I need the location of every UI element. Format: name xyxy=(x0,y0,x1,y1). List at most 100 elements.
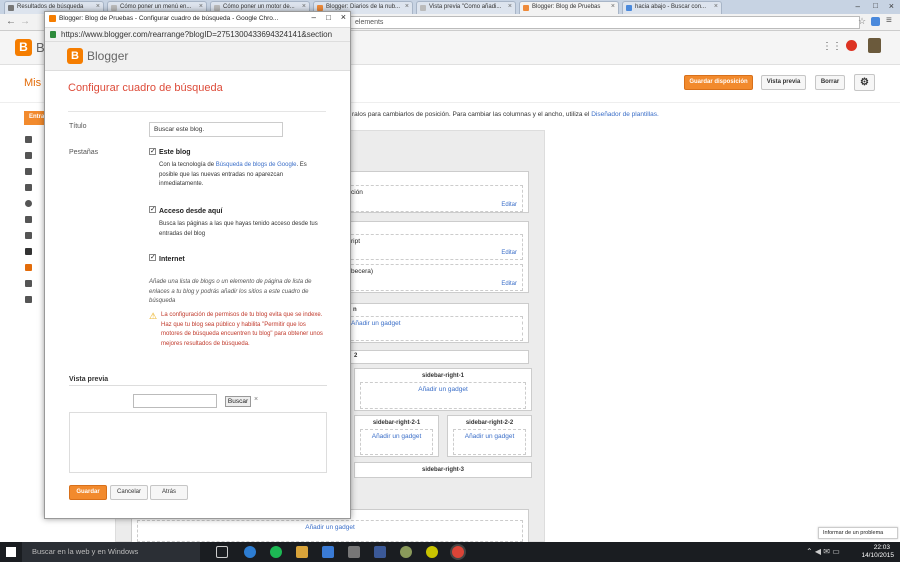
apps-grid-icon[interactable]: ⋮⋮ xyxy=(822,41,842,52)
nav-earnings-icon[interactable] xyxy=(25,232,32,239)
extension-icon[interactable] xyxy=(871,17,880,26)
add-gadget-link[interactable]: Añadir un gadget xyxy=(305,524,355,531)
nav-posts-icon[interactable] xyxy=(25,152,32,159)
preview-button[interactable]: Vista previa xyxy=(761,75,806,90)
blogger-logo-icon[interactable]: B xyxy=(15,39,32,56)
clock-time: 22:03 xyxy=(873,544,890,551)
add-gadget-link[interactable]: Añadir un gadget xyxy=(418,386,468,393)
app-icon[interactable] xyxy=(348,546,360,558)
minimize-icon[interactable]: – xyxy=(856,2,860,11)
close-tab-icon[interactable]: × xyxy=(611,3,615,10)
notifications-icon[interactable] xyxy=(846,40,857,51)
cancel-button[interactable]: Cancelar xyxy=(110,485,148,500)
nav-settings-wrench-icon[interactable] xyxy=(25,296,32,303)
clock-date: 14/10/2015 xyxy=(861,552,894,559)
menu-icon[interactable]: ≡ xyxy=(886,15,892,26)
file-explorer-icon[interactable] xyxy=(296,546,308,558)
maximize-icon[interactable]: □ xyxy=(873,1,878,10)
back-icon[interactable]: ← xyxy=(6,16,16,27)
close-window-icon[interactable]: × xyxy=(889,1,894,11)
gadget-slot: Añadir un gadget xyxy=(453,429,526,455)
app-icon[interactable] xyxy=(426,546,438,558)
maximize-icon[interactable]: □ xyxy=(326,13,331,22)
gadget-title: sidebar-right-1 xyxy=(421,373,464,379)
preview-clear-icon[interactable]: × xyxy=(254,396,258,403)
close-tab-icon[interactable]: × xyxy=(508,3,512,10)
title-label: Título xyxy=(69,123,87,130)
preview-label: Vista previa xyxy=(69,376,109,383)
this-blog-checkbox[interactable]: ✓ xyxy=(149,148,156,155)
blog-search-link[interactable]: Búsqueda de blogs de Google xyxy=(216,162,297,168)
sidebar-right-1-box: sidebar-right-1 Añadir un gadget xyxy=(354,368,532,411)
gadget-title: sidebar-right-2-1 xyxy=(372,420,421,426)
gadget-slot: Añadir un gadget xyxy=(360,382,526,409)
address-bar[interactable]: elements xyxy=(350,16,860,29)
popup-url-bar[interactable]: https://www.blogger.com/rearrange?blogID… xyxy=(45,27,350,42)
this-blog-label: Este blog xyxy=(159,149,191,156)
forward-icon[interactable]: → xyxy=(20,16,30,27)
sidebar-right-2-2-box: sidebar-right-2-2 Añadir un gadget xyxy=(447,415,532,457)
preview-search-input[interactable] xyxy=(133,394,217,408)
browser-tab[interactable]: Vista previa "Como añadi... × xyxy=(416,1,516,14)
add-gadget-link[interactable]: Añadir un gadget xyxy=(351,320,401,327)
chrome-icon[interactable] xyxy=(452,546,464,558)
close-tab-icon[interactable]: × xyxy=(302,3,306,10)
gadget-slot: Añadir un gadget xyxy=(137,520,523,542)
clear-button[interactable]: Borrar xyxy=(815,75,845,90)
tabs-label: Pestañas xyxy=(69,149,99,156)
nav-google-plus-icon[interactable] xyxy=(25,200,32,207)
bookmark-star-icon[interactable]: ☆ xyxy=(858,16,866,27)
edge-icon[interactable] xyxy=(244,546,256,558)
sidebar-right-3-box: sidebar-right-3 xyxy=(354,462,532,478)
gear-icon[interactable]: ⚙ xyxy=(854,74,875,91)
nav-pages-icon[interactable] xyxy=(25,168,32,175)
section-title: 2 xyxy=(354,353,358,359)
edit-link[interactable]: Editar xyxy=(501,250,517,256)
title-input[interactable] xyxy=(149,122,283,137)
spotify-icon[interactable] xyxy=(270,546,282,558)
save-layout-button[interactable]: Guardar disposición xyxy=(684,75,753,90)
preview-results-area xyxy=(69,412,327,473)
internet-checkbox[interactable]: ✓ xyxy=(149,254,156,261)
edit-link[interactable]: Editar xyxy=(501,281,517,287)
close-window-icon[interactable]: × xyxy=(341,12,346,22)
browser-tab-active[interactable]: Blogger: Blog de Pruebas × xyxy=(519,1,619,14)
app-icon[interactable] xyxy=(374,546,386,558)
windows-start-icon[interactable] xyxy=(6,547,16,557)
report-problem-button[interactable]: Informar de un problema xyxy=(818,527,898,539)
tray-icons[interactable]: ⌃ ◀ ✉ ▭ xyxy=(806,547,840,556)
browser-tab[interactable]: hacia abajo - Buscar con... × xyxy=(622,1,722,14)
accessed-here-description: Busca las páginas a las que hayas tenido… xyxy=(159,221,318,237)
nav-overview-icon[interactable] xyxy=(25,136,32,143)
add-gadget-link[interactable]: Añadir un gadget xyxy=(465,433,515,440)
accessed-here-label: Acceso desde aquí xyxy=(159,208,223,215)
blog-name[interactable]: Mis xyxy=(24,77,41,89)
accessed-here-checkbox[interactable]: ✓ xyxy=(149,206,156,213)
taskbar-search-box[interactable]: Buscar en la web y en Windows xyxy=(22,542,200,562)
task-view-icon[interactable] xyxy=(216,546,228,558)
edit-link[interactable]: Editar xyxy=(501,202,517,208)
tab-favicon-icon xyxy=(420,5,426,11)
template-designer-link[interactable]: Diseñador de plantillas. xyxy=(591,111,659,118)
close-tab-icon[interactable]: × xyxy=(96,3,100,10)
nav-adwords-icon[interactable] xyxy=(25,248,32,255)
app-icon[interactable] xyxy=(400,546,412,558)
new-post-button[interactable]: Entra xyxy=(24,111,45,125)
gadget-slot: Añadir un gadget xyxy=(360,429,433,455)
add-gadget-link[interactable]: Añadir un gadget xyxy=(372,433,422,440)
nav-comments-icon[interactable] xyxy=(25,184,32,191)
nav-template-icon[interactable] xyxy=(25,280,32,287)
close-tab-icon[interactable]: × xyxy=(714,3,718,10)
minimize-icon[interactable]: – xyxy=(312,13,316,22)
lock-icon xyxy=(50,31,56,38)
close-tab-icon[interactable]: × xyxy=(199,3,203,10)
avatar[interactable] xyxy=(868,38,881,53)
close-tab-icon[interactable]: × xyxy=(405,3,409,10)
configure-search-popup: Blogger: Blog de Pruebas - Configurar cu… xyxy=(44,11,351,519)
store-icon[interactable] xyxy=(322,546,334,558)
back-button[interactable]: Atrás xyxy=(150,485,188,500)
save-button[interactable]: Guardar xyxy=(69,485,107,500)
nav-layout-icon[interactable] xyxy=(25,264,32,271)
nav-stats-icon[interactable] xyxy=(25,216,32,223)
preview-search-button[interactable]: Buscar xyxy=(225,396,251,407)
